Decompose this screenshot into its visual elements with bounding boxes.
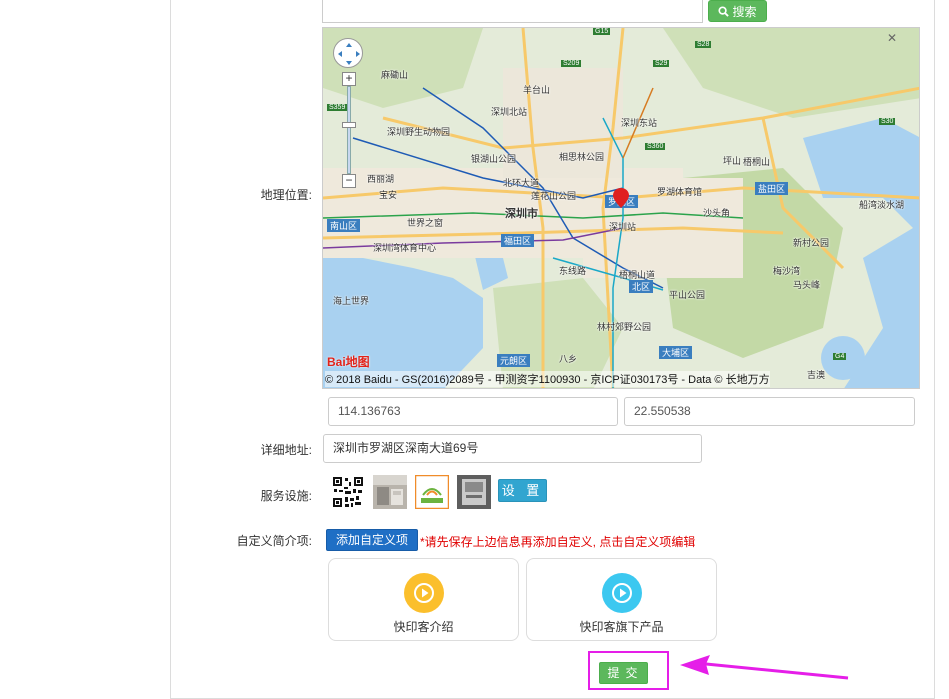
map-label: 羊台山 [523,85,551,95]
district-chip: 北区 [629,280,654,293]
road-chip: S209 [561,60,582,67]
map-label-city: 深圳市 [505,208,538,220]
map-label: 梧桐山 [743,157,771,167]
map-close-icon[interactable]: ✕ [887,31,897,45]
map-label: 罗湖体育馆 [657,187,703,197]
facilities-set-button[interactable]: 设 置 [498,479,547,502]
map-label: 深圳站 [609,222,637,232]
map-label: 宝安 [379,190,398,200]
location-label: 地理位置: [260,188,312,202]
submit-highlight-box: 提交 [588,651,669,690]
search-icon [718,5,730,17]
map-label: 海上世界 [333,296,370,306]
baidu-map[interactable]: ✕ + − G15 S209 S28 S359 S360 S30 S29 G4 … [322,27,920,389]
map-label: 沙头角 [703,208,731,218]
facilities-label: 服务设施: [260,489,312,503]
map-label: 西丽湖 [367,174,395,184]
road-chip: G15 [593,28,611,35]
map-label: 世界之窗 [407,218,444,228]
map-label: 吉澳 [807,370,826,380]
map-search-input[interactable] [322,0,703,23]
wifi-logo-icon[interactable] [415,475,449,509]
district-chip: 元朗区 [497,354,531,367]
search-button-label: 搜索 [732,4,757,19]
map-label: 深圳东站 [621,118,658,128]
address-label: 详细地址: [260,443,312,457]
custom-item-title: 快印客介绍 [393,620,454,634]
district-chip: 南山区 [327,219,361,232]
district-chip: 盐田区 [755,182,789,195]
custom-item-card[interactable]: 快印客介绍 [328,558,519,641]
zoom-out-button[interactable]: − [342,174,356,188]
annotation-arrow-icon [680,655,849,680]
play-circle-icon [602,573,642,613]
qr-code-icon[interactable] [331,475,365,509]
map-label: 深圳野生动物园 [387,127,451,137]
map-copyright: © 2018 Baidu - GS(2016)2089号 - 甲测资字11009… [325,371,770,387]
map-label: 北环大道 [503,178,540,188]
search-button[interactable]: 搜索 [708,0,767,22]
road-chip: G4 [833,353,847,360]
map-label: 平山公园 [669,290,706,300]
custom-hint: *请先保存上边信息再添加自定义, 点击自定义项编辑 [420,535,696,549]
road-chip: S359 [327,104,348,111]
zoom-track[interactable] [347,86,351,174]
map-terrain [323,28,919,388]
custom-item-card[interactable]: 快印客旗下产品 [526,558,717,641]
map-pan-control[interactable] [333,38,363,68]
map-label: 莲花山公园 [531,191,577,201]
latitude-field[interactable]: 22.550538 [624,397,915,426]
map-label: 东线路 [559,266,587,276]
zoom-slider-handle[interactable] [342,122,356,128]
map-label: 新村公园 [793,238,830,248]
printer-room-photo[interactable] [373,475,407,509]
location-pin-icon[interactable] [613,188,629,208]
map-label: 麻磡山 [381,70,409,80]
map-label: 相思林公园 [559,152,605,162]
baidu-map-logo: Bai地图 [327,355,370,369]
map-label: 林村郊野公园 [597,322,652,332]
zoom-in-button[interactable]: + [342,72,356,86]
address-input[interactable]: 深圳市罗湖区深南大道69号 [323,434,702,463]
road-chip: S29 [653,60,670,67]
map-label: 坪山 [723,156,742,166]
submit-button[interactable]: 提交 [599,662,648,684]
add-custom-item-button[interactable]: 添加自定义项 [326,529,418,551]
map-label: 船湾淡水湖 [859,200,905,210]
map-label: 深圳湾体育中心 [373,243,437,253]
longitude-field[interactable]: 114.136763 [328,397,618,426]
road-chip: S360 [645,143,666,150]
map-label: 马头峰 [793,280,821,290]
district-chip: 大埔区 [659,346,693,359]
map-label: 深圳北站 [491,107,528,117]
custom-label: 自定义简介项: [236,534,312,548]
self-service-printer-photo[interactable] [457,475,491,509]
road-chip: S28 [695,41,712,48]
play-circle-icon [404,573,444,613]
map-label: 梅沙湾 [773,266,801,276]
map-label: 八乡 [559,354,578,364]
district-chip: 福田区 [501,234,535,247]
pan-arrows-icon [338,43,360,65]
map-label: 银湖山公园 [471,154,517,164]
road-chip: S30 [879,118,896,125]
custom-item-title: 快印客旗下产品 [579,620,664,634]
map-zoom-control[interactable]: + − [342,72,356,188]
